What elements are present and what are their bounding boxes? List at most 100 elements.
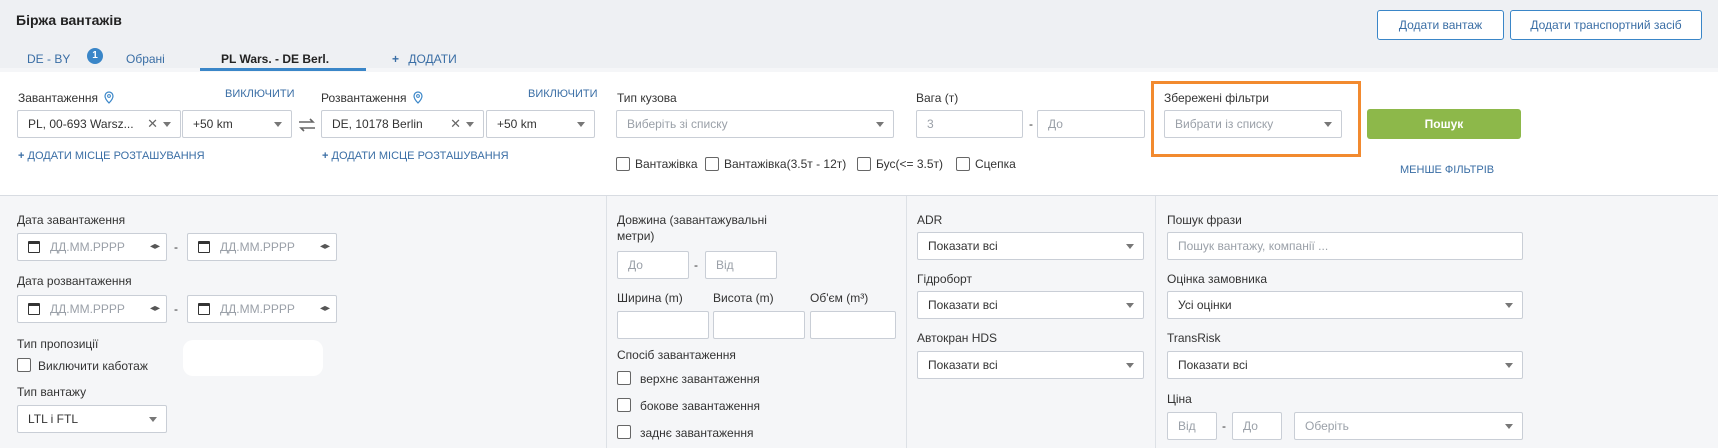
body-trailer-checkbox[interactable]	[956, 157, 970, 171]
date-range-dash: -	[174, 240, 178, 254]
tab-de-by[interactable]: DE - BY	[27, 52, 70, 66]
price-from-input[interactable]: Від	[1167, 412, 1217, 440]
phrase-search-input[interactable]: Пошук вантажу, компанії ...	[1167, 232, 1523, 260]
weight-label: Вага (т)	[916, 91, 959, 105]
add-cargo-button[interactable]: Додати вантаж	[1377, 10, 1504, 40]
weight-dash: -	[1029, 117, 1033, 131]
adr-select[interactable]: Показати всі	[917, 232, 1144, 260]
price-to-input[interactable]: До	[1232, 412, 1282, 440]
unloading-location-value: DE, 10178 Berlin	[332, 117, 423, 131]
loading-exclude-link[interactable]: ВИКЛЮЧИТИ	[225, 88, 294, 100]
top-loading-checkbox[interactable]	[617, 371, 631, 385]
unloading-add-location-link[interactable]: + ДОДАТИ МІСЦЕ РОЗТАШУВАННЯ	[322, 150, 509, 162]
chevron-down-icon	[149, 417, 157, 422]
calendar-icon	[28, 241, 40, 253]
swap-icon[interactable]	[297, 117, 317, 133]
top-loading-label: верхнє завантаження	[640, 372, 760, 386]
calendar-icon	[28, 303, 40, 315]
rating-label: Оцінка замовника	[1167, 272, 1268, 286]
cargo-type-label: Тип вантажу	[17, 385, 87, 399]
body-type-select[interactable]: Виберіть зі списку	[616, 110, 894, 138]
price-label: Ціна	[1167, 392, 1192, 406]
unloading-date-to[interactable]: ДД.ММ.РРРР ◂▸	[187, 295, 337, 323]
volume-input[interactable]	[810, 311, 896, 339]
length-dash: -	[694, 258, 698, 272]
stepper-arrows-icon[interactable]: ◂▸	[320, 296, 330, 322]
body-truck-medium-checkbox[interactable]	[705, 157, 719, 171]
page-title: Біржа вантажів	[16, 12, 122, 28]
crane-label: Автокран HDS	[917, 331, 998, 345]
body-trailer-label: Сцепка	[975, 157, 1016, 171]
tab-pl-de[interactable]: PL Wars. - DE Berl.	[221, 52, 329, 66]
tab-favorites[interactable]: Обрані	[126, 52, 165, 66]
stepper-arrows-icon[interactable]: ◂▸	[150, 234, 160, 260]
column-divider	[1155, 196, 1156, 448]
body-truck-checkbox[interactable]	[616, 157, 630, 171]
loading-date-from[interactable]: ДД.ММ.РРРР ◂▸	[17, 233, 167, 261]
unloading-radius-select[interactable]: +50 km	[486, 110, 595, 138]
column-divider	[906, 196, 907, 448]
cargo-type-select[interactable]: LTL і FTL	[17, 405, 167, 433]
cabotage-checkbox[interactable]	[17, 358, 31, 372]
length-to-input[interactable]: Від	[705, 251, 777, 279]
crane-select[interactable]: Показати всі	[917, 351, 1144, 379]
chevron-down-icon	[1505, 303, 1513, 308]
weight-to-input[interactable]: До	[1037, 110, 1145, 138]
unloading-radius-value: +50 km	[497, 117, 537, 131]
currency-select[interactable]: Оберіть	[1294, 412, 1523, 440]
body-van-checkbox[interactable]	[857, 157, 871, 171]
currency-placeholder: Оберіть	[1305, 419, 1349, 433]
plus-icon: +	[18, 150, 25, 162]
calendar-icon	[198, 303, 210, 315]
weight-from-input[interactable]: 3	[916, 110, 1023, 138]
unloading-exclude-link[interactable]: ВИКЛЮЧИТИ	[528, 88, 597, 100]
length-from-input[interactable]: До	[617, 251, 689, 279]
hydroboard-label: Гідроборт	[917, 272, 972, 286]
chevron-down-icon	[466, 122, 474, 127]
chevron-down-icon	[577, 122, 585, 127]
less-filters-link[interactable]: МЕНШЕ ФІЛЬТРІВ	[1400, 164, 1494, 176]
loading-date-label: Дата завантаження	[17, 213, 126, 227]
stepper-arrows-icon[interactable]: ◂▸	[320, 234, 330, 260]
body-type-label: Тип кузова	[617, 91, 677, 105]
unloading-location-input[interactable]: DE, 10178 Berlin ✕	[321, 110, 484, 138]
transrisk-select[interactable]: Показати всі	[1167, 351, 1523, 379]
loading-location-input[interactable]: PL, 00-693 Warsz... ✕	[17, 110, 181, 138]
chevron-down-icon	[1505, 363, 1513, 368]
search-button[interactable]: Пошук	[1367, 109, 1521, 139]
unloading-label: Розвантаження	[321, 91, 423, 105]
add-vehicle-button[interactable]: Додати транспортний засіб	[1510, 10, 1702, 40]
height-input[interactable]	[713, 311, 805, 339]
side-loading-checkbox[interactable]	[617, 398, 631, 412]
stepper-arrows-icon[interactable]: ◂▸	[150, 296, 160, 322]
width-label: Ширина (m)	[617, 291, 683, 305]
unloading-date-from[interactable]: ДД.ММ.РРРР ◂▸	[17, 295, 167, 323]
height-label: Висота (m)	[713, 291, 774, 305]
body-truck-label: Вантажівка	[635, 157, 698, 171]
column-divider	[606, 196, 607, 448]
hydroboard-select[interactable]: Показати всі	[917, 291, 1144, 319]
date-range-dash: -	[174, 302, 178, 316]
cabotage-label: Виключити каботаж	[38, 359, 148, 373]
clear-icon[interactable]: ✕	[147, 111, 158, 137]
loading-date-to[interactable]: ДД.ММ.РРРР ◂▸	[187, 233, 337, 261]
rating-select[interactable]: Усі оцінки	[1167, 291, 1523, 319]
chevron-down-icon	[876, 122, 884, 127]
loading-location-value: PL, 00-693 Warsz...	[28, 117, 134, 131]
chevron-down-icon	[1126, 303, 1134, 308]
loading-radius-select[interactable]: +50 km	[182, 110, 292, 138]
rear-loading-checkbox[interactable]	[617, 425, 631, 439]
plus-icon: +	[322, 150, 329, 162]
body-truck-medium-label: Вантажівка(3.5т - 12т)	[724, 157, 847, 171]
width-input[interactable]	[617, 311, 709, 339]
loading-radius-value: +50 km	[193, 117, 233, 131]
transrisk-label: TransRisk	[1167, 331, 1221, 345]
offer-type-label: Тип пропозиції	[17, 337, 99, 351]
location-pin-icon	[413, 91, 423, 104]
length-label-line2: метри)	[617, 229, 655, 243]
loading-add-location-link[interactable]: + ДОДАТИ МІСЦЕ РОЗТАШУВАННЯ	[18, 150, 205, 162]
adr-label: ADR	[917, 213, 943, 227]
clear-icon[interactable]: ✕	[450, 111, 461, 137]
volume-label: Об'єм (m³)	[810, 291, 869, 305]
tab-add[interactable]: + ДОДАТИ	[392, 52, 457, 66]
